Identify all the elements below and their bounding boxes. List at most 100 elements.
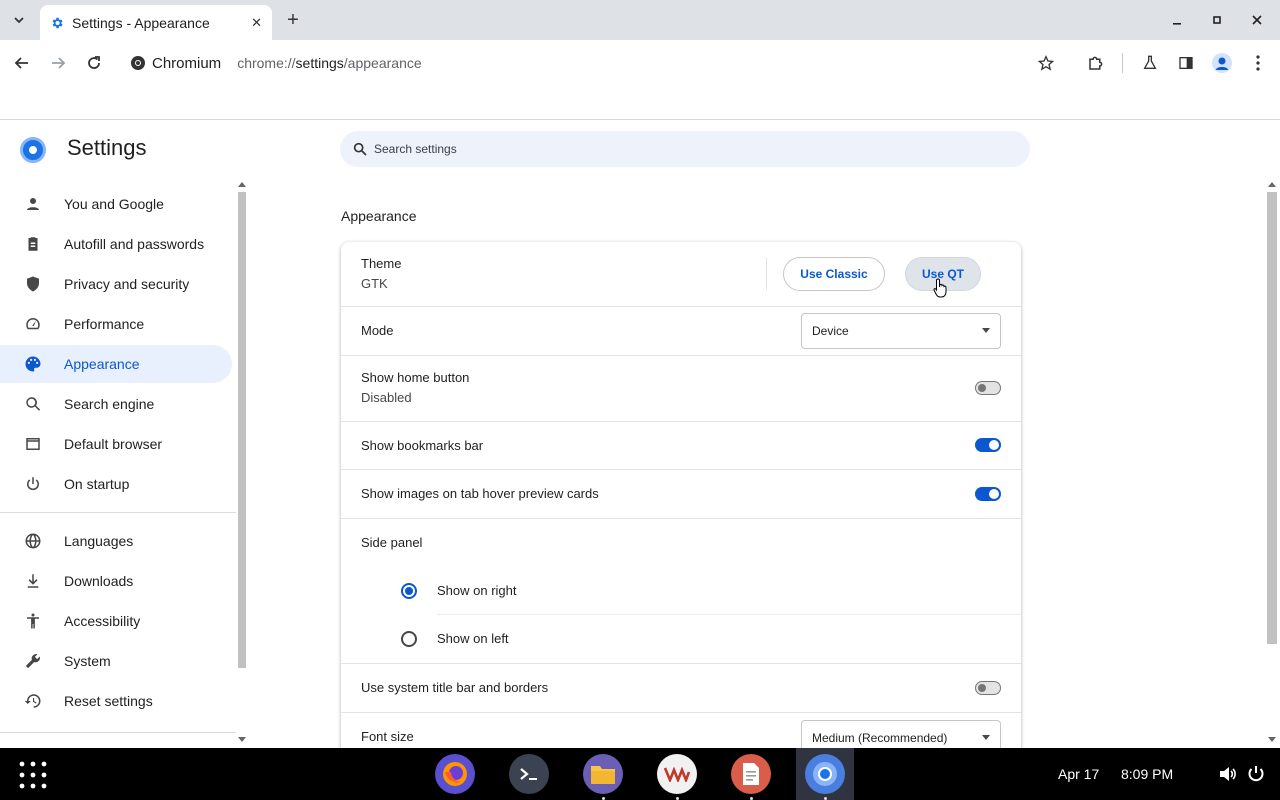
chromium-dock-button[interactable] <box>805 754 845 794</box>
app-grid-icon <box>19 761 47 789</box>
close-tab-icon[interactable]: ✕ <box>251 15 262 31</box>
back-arrow-icon <box>14 57 28 69</box>
sidebar-item-languages[interactable]: Languages <box>0 522 232 560</box>
files-icon <box>591 766 615 784</box>
side-panel-right-radio[interactable] <box>401 583 417 599</box>
sidebar-item-on-startup[interactable]: On startup <box>0 465 232 503</box>
sidebar-item-default-browser[interactable]: Default browser <box>0 425 232 463</box>
home-button-row[interactable]: Show home button Disabled <box>341 356 1021 422</box>
volume-button[interactable] <box>1218 764 1238 784</box>
main-scroll-thumb[interactable] <box>1267 192 1277 644</box>
bookmarks-bar-row[interactable]: Show bookmarks bar <box>341 422 1021 470</box>
profile-button[interactable] <box>1208 49 1236 77</box>
sidebar-item-autofill[interactable]: Autofill and passwords <box>0 225 232 263</box>
bookmark-star-button[interactable] <box>1032 49 1060 77</box>
home-button-sub: Disabled <box>361 390 412 405</box>
sidebar-item-accessibility[interactable]: Accessibility <box>0 602 232 640</box>
title-bar-label: Use system title bar and borders <box>361 680 549 695</box>
scroll-up-arrow-icon[interactable] <box>238 181 246 187</box>
sidebar-scroll-thumb[interactable] <box>238 192 246 668</box>
speedometer-icon <box>26 318 40 330</box>
firefox-icon <box>443 762 467 786</box>
back-button[interactable] <box>8 49 36 77</box>
search-settings-box[interactable] <box>340 131 1030 167</box>
side-panel-button[interactable] <box>1172 49 1200 77</box>
scroll-down-arrow-icon[interactable] <box>238 737 246 743</box>
sidebar-item-label: Search engine <box>64 396 155 412</box>
sidebar-item-label: Reset settings <box>64 693 153 709</box>
theme-row: Theme GTK Use Classic Use QT <box>341 242 1021 307</box>
dropdown-arrow-icon <box>982 328 990 333</box>
settings-header: Settings <box>0 121 1280 177</box>
app-grid-button[interactable] <box>18 760 48 790</box>
vm-icon <box>664 766 690 782</box>
clock-time[interactable]: 8:09 PM <box>1121 766 1173 782</box>
sidebar-item-system[interactable]: System <box>0 642 232 680</box>
sidebar-item-performance[interactable]: Performance <box>0 305 232 343</box>
shield-icon <box>27 276 39 292</box>
side-panel-left-radio[interactable] <box>401 631 417 647</box>
sidebar-item-privacy[interactable]: Privacy and security <box>0 265 232 303</box>
font-size-select-value: Medium (Recommended) <box>812 731 948 745</box>
side-panel-right-label[interactable]: Show on right <box>437 583 517 598</box>
forward-button[interactable] <box>44 49 72 77</box>
labs-button[interactable] <box>1136 49 1164 77</box>
menu-button[interactable] <box>1244 49 1272 77</box>
tab-search-button[interactable] <box>6 7 32 33</box>
dropdown-arrow-icon <box>982 735 990 740</box>
sidebar-item-appearance[interactable]: Appearance <box>0 345 232 383</box>
text-editor-dock-button[interactable] <box>731 754 771 794</box>
use-classic-button[interactable]: Use Classic <box>783 257 885 291</box>
sidebar-item-label: Performance <box>64 316 145 332</box>
tab-settings-appearance[interactable]: Settings - Appearance ✕ <box>40 5 272 40</box>
firefox-dock-button[interactable] <box>435 754 475 794</box>
side-panel-icon <box>1179 57 1193 69</box>
main-scrollbar[interactable] <box>1266 180 1278 746</box>
side-panel-left-label[interactable]: Show on left <box>437 631 509 646</box>
tab-hover-toggle[interactable] <box>975 487 1001 501</box>
sidebar-item-search-engine[interactable]: Search engine <box>0 385 232 423</box>
power-button[interactable] <box>1246 764 1266 784</box>
title-bar-row[interactable]: Use system title bar and borders <box>341 664 1021 713</box>
close-window-button[interactable] <box>1245 8 1269 32</box>
reload-button[interactable] <box>80 49 108 77</box>
scroll-down-arrow-icon[interactable] <box>1268 737 1276 743</box>
mode-select-value: Device <box>812 324 849 338</box>
speaker-icon <box>1220 767 1236 781</box>
star-icon <box>1038 55 1054 71</box>
mode-select[interactable]: Device <box>801 313 1001 349</box>
theme-value: GTK <box>361 276 388 291</box>
mode-row: Mode Device <box>341 307 1021 356</box>
sidebar-divider <box>0 732 236 733</box>
extensions-button[interactable] <box>1082 49 1110 77</box>
tab-hover-row[interactable]: Show images on tab hover preview cards <box>341 470 1021 519</box>
clock-date[interactable]: Apr 17 <box>1058 766 1099 782</box>
files-dock-button[interactable] <box>583 754 623 794</box>
sidebar-item-reset[interactable]: Reset settings <box>0 682 232 720</box>
hand-cursor-icon <box>933 278 947 298</box>
reload-icon <box>88 56 100 69</box>
minimize-button[interactable] <box>1165 8 1189 32</box>
taskbar: Apr 17 8:09 PM <box>0 748 1280 800</box>
sidebar-item-label: Appearance <box>64 356 140 372</box>
chromium-logo-icon <box>131 56 145 70</box>
close-icon <box>1252 15 1262 25</box>
sidebar-item-you-and-google[interactable]: You and Google <box>0 185 232 223</box>
history-icon <box>24 694 41 708</box>
scroll-up-arrow-icon[interactable] <box>1268 181 1276 187</box>
clipboard-icon <box>28 237 38 251</box>
radio-divider <box>437 614 1021 615</box>
terminal-dock-button[interactable] <box>509 754 549 794</box>
address-bar[interactable]: Chromium chrome://settings/appearance <box>118 45 1072 81</box>
search-input[interactable] <box>374 142 974 156</box>
sidebar-item-downloads[interactable]: Downloads <box>0 562 232 600</box>
browser-window-icon <box>26 438 40 450</box>
title-bar-toggle[interactable] <box>975 681 1001 695</box>
settings-sidebar: You and Google Autofill and passwords Pr… <box>0 178 236 748</box>
home-button-toggle[interactable] <box>975 381 1001 395</box>
vm-dock-button[interactable] <box>657 754 697 794</box>
bookmarks-bar-toggle[interactable] <box>975 438 1001 452</box>
maximize-button[interactable] <box>1205 8 1229 32</box>
sidebar-scrollbar[interactable] <box>236 180 248 746</box>
new-tab-button[interactable]: + <box>280 7 306 33</box>
